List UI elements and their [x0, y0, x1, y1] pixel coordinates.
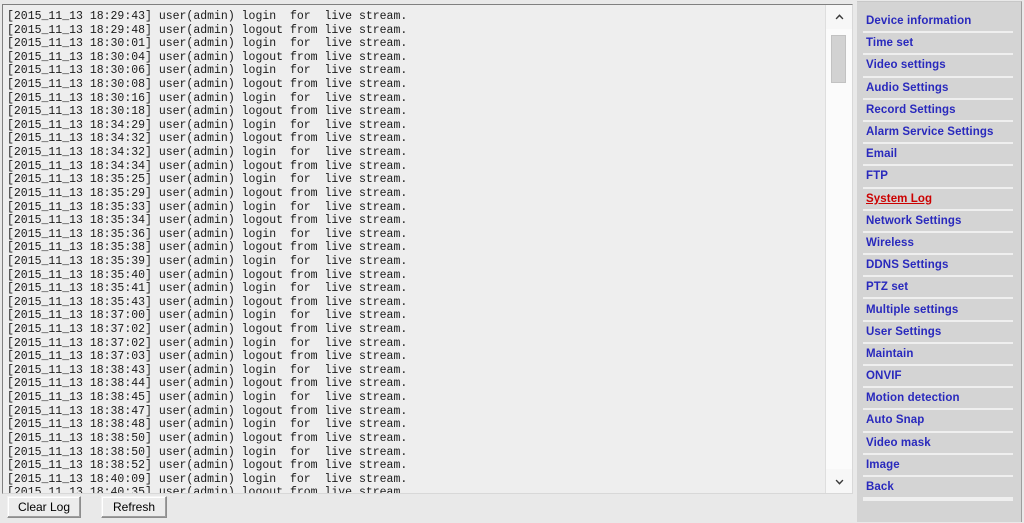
log-line: [2015_11_13 18:30:16] user(admin) login … — [7, 91, 408, 105]
sidebar-item-video-settings[interactable]: Video settings — [857, 55, 1021, 75]
log-line: [2015_11_13 18:35:39] user(admin) login … — [7, 254, 408, 268]
sidebar-divider — [863, 499, 1013, 502]
sidebar-item-label: Multiple settings — [866, 303, 959, 316]
sidebar-item-email[interactable]: Email — [857, 144, 1021, 164]
sidebar-item-motion-detection[interactable]: Motion detection — [857, 388, 1021, 408]
sidebar-item-label: DDNS Settings — [866, 259, 949, 272]
sidebar-item-system-log[interactable]: System Log — [857, 189, 1021, 209]
log-line: [2015_11_13 18:40:35] user(admin) logout… — [7, 486, 408, 493]
log-line: [2015_11_13 18:38:48] user(admin) login … — [7, 418, 408, 432]
sidebar-item-label: Device information — [866, 15, 972, 28]
log-line: [2015_11_13 18:30:01] user(admin) login … — [7, 37, 408, 51]
sidebar-item-label: Wireless — [866, 236, 915, 249]
scrollbar-track[interactable] — [826, 29, 852, 469]
log-line: [2015_11_13 18:34:32] user(admin) login … — [7, 146, 408, 160]
sidebar-item-multiple-settings[interactable]: Multiple settings — [857, 299, 1021, 319]
sidebar-item-label: Network Settings — [866, 214, 962, 227]
log-line: [2015_11_13 18:37:02] user(admin) login … — [7, 336, 408, 350]
log-line: [2015_11_13 18:37:00] user(admin) login … — [7, 309, 408, 323]
log-line: [2015_11_13 18:29:48] user(admin) logout… — [7, 23, 408, 37]
sidebar-item-label: Image — [866, 458, 900, 471]
clear-log-button[interactable]: Clear Log — [7, 496, 82, 518]
sidebar-item-alarm-service-settings[interactable]: Alarm Service Settings — [857, 122, 1021, 142]
chevron-down-icon — [835, 479, 843, 485]
log-line: [2015_11_13 18:30:18] user(admin) logout… — [7, 105, 408, 119]
system-log-panel: [2015_11_13 18:29:43] user(admin) login … — [2, 4, 853, 494]
sidebar-item-back[interactable]: Back — [857, 477, 1021, 497]
log-line: [2015_11_13 18:38:44] user(admin) logout… — [7, 377, 408, 391]
sidebar-item-label: Email — [866, 148, 898, 161]
log-line: [2015_11_13 18:29:43] user(admin) login … — [7, 10, 408, 23]
sidebar-item-label: System Log — [866, 192, 933, 205]
log-line: [2015_11_13 18:37:02] user(admin) logout… — [7, 323, 408, 337]
log-line: [2015_11_13 18:38:45] user(admin) login … — [7, 391, 408, 405]
sidebar-item-label: FTP — [866, 170, 889, 183]
log-line: [2015_11_13 18:34:32] user(admin) logout… — [7, 132, 408, 146]
log-scrollbar[interactable] — [825, 5, 852, 493]
sidebar-item-label: Auto Snap — [866, 414, 925, 427]
sidebar-item-onvif[interactable]: ONVIF — [857, 366, 1021, 386]
settings-sidebar: Device information Time set Video settings… — [857, 1, 1022, 522]
scrollbar-thumb[interactable] — [831, 35, 846, 83]
refresh-button[interactable]: Refresh — [101, 496, 168, 518]
log-line: [2015_11_13 18:38:47] user(admin) logout… — [7, 404, 408, 418]
sidebar-item-label: PTZ set — [866, 281, 909, 294]
sidebar-item-ddns-settings[interactable]: DDNS Settings — [857, 255, 1021, 275]
sidebar-item-label: Video settings — [866, 59, 946, 72]
log-line: [2015_11_13 18:30:06] user(admin) login … — [7, 64, 408, 78]
sidebar-item-device-information[interactable]: Device information — [857, 11, 1021, 31]
chevron-up-icon — [835, 13, 843, 19]
sidebar-menu: Device information Time set Video settings… — [857, 11, 1021, 502]
log-line: [2015_11_13 18:35:29] user(admin) logout… — [7, 186, 408, 200]
log-line: [2015_11_13 18:35:40] user(admin) logout… — [7, 268, 408, 282]
sidebar-item-record-settings[interactable]: Record Settings — [857, 100, 1021, 120]
log-line: [2015_11_13 18:38:52] user(admin) logout… — [7, 459, 408, 473]
sidebar-item-wireless[interactable]: Wireless — [857, 233, 1021, 253]
log-line: [2015_11_13 18:37:03] user(admin) logout… — [7, 350, 408, 364]
log-line: [2015_11_13 18:38:43] user(admin) login … — [7, 363, 408, 377]
sidebar-item-label: Record Settings — [866, 103, 956, 116]
sidebar-item-label: Time set — [866, 37, 914, 50]
log-line: [2015_11_13 18:35:36] user(admin) login … — [7, 227, 408, 241]
sidebar-item-audio-settings[interactable]: Audio Settings — [857, 78, 1021, 98]
log-line: [2015_11_13 18:34:34] user(admin) logout… — [7, 159, 408, 173]
sidebar-item-user-settings[interactable]: User Settings — [857, 322, 1021, 342]
log-line: [2015_11_13 18:38:50] user(admin) logout… — [7, 431, 408, 445]
log-line: [2015_11_13 18:38:50] user(admin) login … — [7, 445, 408, 459]
scroll-down-button[interactable] — [826, 469, 852, 493]
sidebar-item-ftp[interactable]: FTP — [857, 166, 1021, 186]
log-line: [2015_11_13 18:35:38] user(admin) logout… — [7, 241, 408, 255]
sidebar-item-ptz-set[interactable]: PTZ set — [857, 277, 1021, 297]
sidebar-item-label: Audio Settings — [866, 81, 949, 94]
sidebar-item-label: Motion detection — [866, 392, 960, 405]
sidebar-item-label: Maintain — [866, 347, 914, 360]
sidebar-item-maintain[interactable]: Maintain — [857, 344, 1021, 364]
log-line: [2015_11_13 18:34:29] user(admin) login … — [7, 118, 408, 132]
sidebar-item-time-set[interactable]: Time set — [857, 33, 1021, 53]
log-line: [2015_11_13 18:40:09] user(admin) login … — [7, 472, 408, 486]
log-line: [2015_11_13 18:35:43] user(admin) logout… — [7, 295, 408, 309]
system-log-textarea[interactable]: [2015_11_13 18:29:43] user(admin) login … — [3, 5, 825, 493]
system-log-page: [2015_11_13 18:29:43] user(admin) login … — [0, 0, 1024, 523]
log-line: [2015_11_13 18:35:25] user(admin) login … — [7, 173, 408, 187]
sidebar-item-label: ONVIF — [866, 370, 902, 383]
sidebar-item-image[interactable]: Image — [857, 455, 1021, 475]
log-line: [2015_11_13 18:30:08] user(admin) logout… — [7, 78, 408, 92]
sidebar-item-auto-snap[interactable]: Auto Snap — [857, 410, 1021, 430]
sidebar-item-label: Back — [866, 481, 894, 494]
sidebar-item-label: Alarm Service Settings — [866, 126, 994, 139]
sidebar-item-video-mask[interactable]: Video mask — [857, 433, 1021, 453]
log-line: [2015_11_13 18:35:33] user(admin) login … — [7, 200, 408, 214]
log-action-buttons: Clear Log Refresh — [7, 496, 168, 518]
sidebar-item-network-settings[interactable]: Network Settings — [857, 211, 1021, 231]
sidebar-item-label: User Settings — [866, 325, 942, 338]
log-line-list: [2015_11_13 18:29:43] user(admin) login … — [7, 10, 825, 493]
sidebar-item-label: Video mask — [866, 436, 931, 449]
scroll-up-button[interactable] — [826, 5, 852, 29]
log-line: [2015_11_13 18:35:34] user(admin) logout… — [7, 214, 408, 228]
log-line: [2015_11_13 18:35:41] user(admin) login … — [7, 282, 408, 296]
log-line: [2015_11_13 18:30:04] user(admin) logout… — [7, 50, 408, 64]
